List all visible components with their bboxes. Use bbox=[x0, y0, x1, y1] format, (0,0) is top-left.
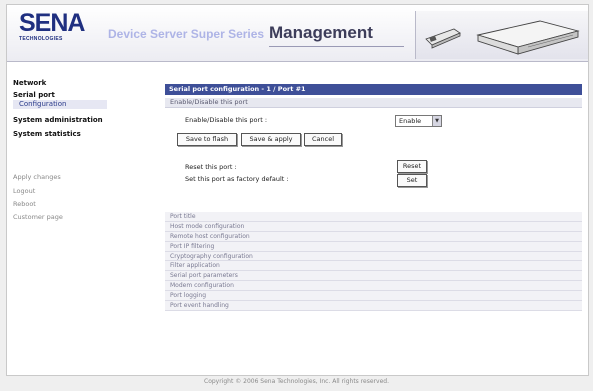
cancel-button[interactable]: Cancel bbox=[304, 133, 342, 146]
enable-label: Enable/Disable this port : bbox=[185, 116, 268, 124]
collapsed-sections-list: Port title Host mode configuration Remot… bbox=[165, 212, 582, 311]
nav-configuration[interactable]: Configuration bbox=[13, 100, 107, 109]
logo-main-text: SENA bbox=[19, 9, 85, 37]
section-serial-port-parameters[interactable]: Serial port parameters bbox=[165, 271, 582, 282]
save-apply-button[interactable]: Save & apply bbox=[241, 133, 301, 146]
section-port-ip-filtering[interactable]: Port IP filtering bbox=[165, 241, 582, 252]
config-title-bar: Serial port configuration - 1 / Port #1 bbox=[165, 84, 582, 95]
section-remote-host[interactable]: Remote host configuration bbox=[165, 231, 582, 242]
nav-apply-changes[interactable]: Apply changes bbox=[13, 173, 61, 181]
enable-select[interactable]: Enable ▼ bbox=[395, 115, 442, 127]
section-filter-application[interactable]: Filter application bbox=[165, 261, 582, 272]
section-port-logging[interactable]: Port logging bbox=[165, 291, 582, 302]
main-content: Serial port configuration - 1 / Port #1 … bbox=[165, 84, 582, 311]
sena-logo: SENA TECHNOLOGIES bbox=[19, 9, 85, 43]
enable-select-value: Enable bbox=[399, 117, 422, 125]
set-button[interactable]: Set bbox=[397, 174, 427, 187]
section-enable-body: Enable/Disable this port : Enable ▼ Save… bbox=[165, 108, 582, 213]
nav-reboot[interactable]: Reboot bbox=[13, 200, 36, 208]
nav-logout[interactable]: Logout bbox=[13, 187, 35, 195]
save-to-flash-button[interactable]: Save to flash bbox=[177, 133, 237, 146]
section-enable-disable[interactable]: Enable/Disable this port bbox=[165, 98, 582, 108]
page-title: Management bbox=[269, 23, 373, 42]
nav-system-statistics[interactable]: System statistics bbox=[13, 130, 81, 138]
factory-default-label: Set this port as factory default : bbox=[185, 175, 289, 183]
section-port-event-handling[interactable]: Port event handling bbox=[165, 301, 582, 311]
section-modem-configuration[interactable]: Modem configuration bbox=[165, 281, 582, 292]
page-container: SENA TECHNOLOGIES Device Server Super Se… bbox=[6, 4, 589, 376]
product-name: Device Server Super Series bbox=[108, 27, 265, 41]
nav-customer-page[interactable]: Customer page bbox=[13, 213, 63, 221]
reset-port-label: Reset this port : bbox=[185, 163, 237, 171]
section-host-mode[interactable]: Host mode configuration bbox=[165, 221, 582, 232]
chevron-down-icon: ▼ bbox=[432, 116, 441, 126]
header: SENA TECHNOLOGIES Device Server Super Se… bbox=[7, 5, 588, 62]
nav-serial-port[interactable]: Serial port bbox=[13, 91, 55, 99]
device-images bbox=[415, 11, 588, 59]
nav-system-administration[interactable]: System administration bbox=[13, 116, 103, 124]
copyright-footer: Copyright © 2006 Sena Technologies, Inc.… bbox=[204, 378, 389, 385]
device-illustration-icon bbox=[425, 20, 580, 55]
header-divider bbox=[269, 46, 404, 47]
section-cryptography[interactable]: Cryptography configuration bbox=[165, 251, 582, 262]
reset-button[interactable]: Reset bbox=[397, 160, 427, 173]
nav-network[interactable]: Network bbox=[13, 79, 46, 87]
section-port-title[interactable]: Port title bbox=[165, 212, 582, 222]
